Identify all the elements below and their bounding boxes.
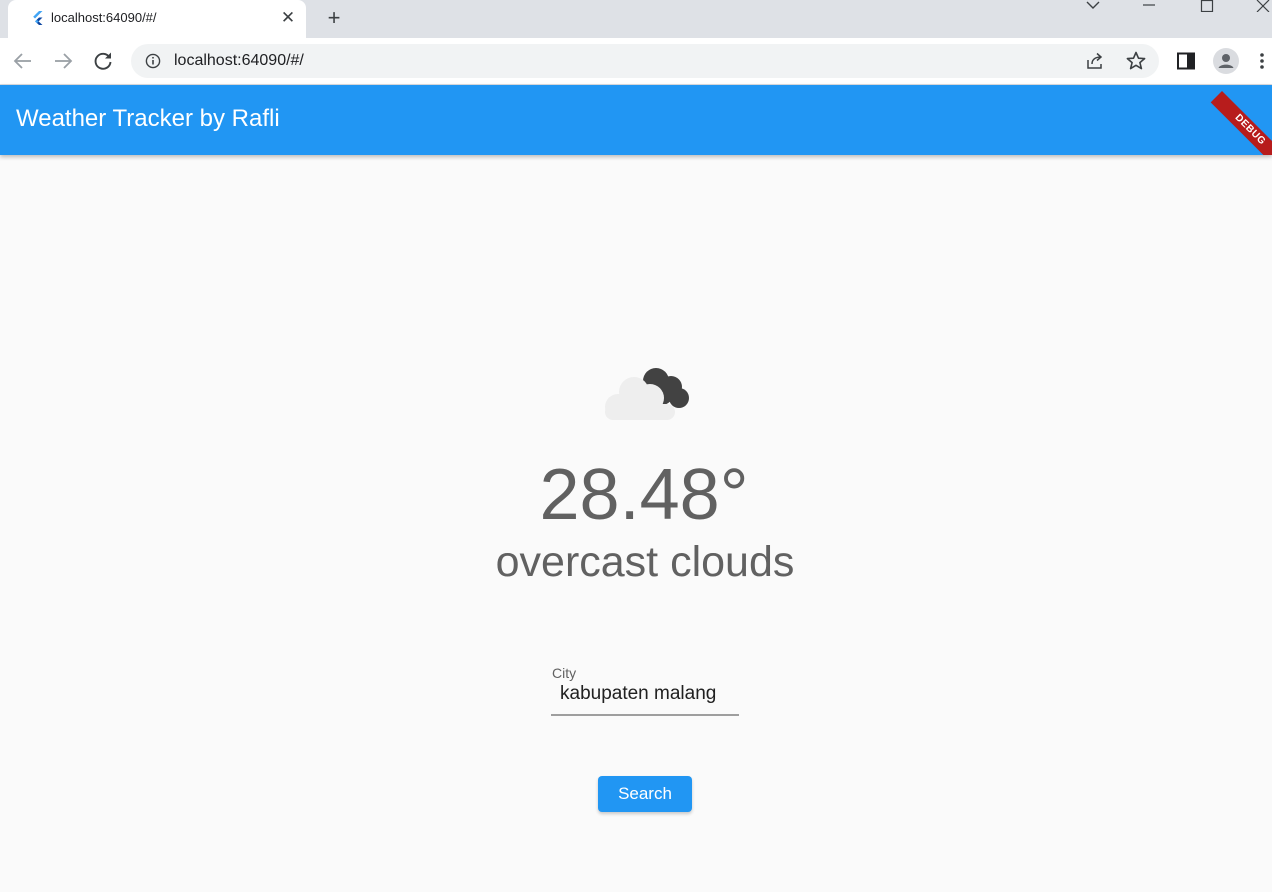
minimize-icon[interactable] bbox=[1134, 2, 1164, 18]
site-info-icon[interactable] bbox=[145, 53, 161, 69]
tab-title: localhost:64090/#/ bbox=[51, 10, 157, 25]
browser-tab[interactable]: localhost:64090/#/ ✕ bbox=[8, 0, 306, 38]
new-tab-icon[interactable]: + bbox=[320, 5, 348, 33]
bookmark-star-icon[interactable] bbox=[1125, 50, 1147, 72]
city-label: City bbox=[552, 665, 577, 681]
app-bar: Weather Tracker by Rafli DEBUG bbox=[0, 85, 1272, 155]
profile-avatar-icon[interactable] bbox=[1213, 48, 1239, 74]
forward-icon[interactable] bbox=[50, 48, 76, 74]
address-bar[interactable]: localhost:64090/#/ bbox=[131, 44, 1159, 78]
more-menu-icon[interactable] bbox=[1256, 50, 1268, 72]
weather-description: overcast clouds bbox=[495, 538, 795, 586]
tab-close-icon[interactable]: ✕ bbox=[278, 8, 298, 28]
back-icon[interactable] bbox=[10, 48, 36, 74]
tab-search-icon[interactable] bbox=[1078, 0, 1108, 16]
flutter-favicon-icon bbox=[33, 11, 43, 25]
browser-tab-strip: localhost:64090/#/ ✕ + bbox=[0, 0, 1272, 38]
side-panel-icon[interactable] bbox=[1175, 50, 1197, 72]
app-title: Weather Tracker by Rafli bbox=[16, 105, 280, 132]
overcast-clouds-icon bbox=[605, 368, 689, 420]
city-input[interactable] bbox=[560, 681, 735, 707]
close-window-icon[interactable] bbox=[1248, 0, 1272, 16]
reload-icon[interactable] bbox=[90, 48, 116, 74]
city-field: City bbox=[551, 662, 739, 716]
temperature-value: 28.48° bbox=[539, 455, 749, 535]
browser-toolbar: localhost:64090/#/ bbox=[0, 38, 1272, 85]
url-text[interactable]: localhost:64090/#/ bbox=[174, 52, 304, 70]
maximize-icon[interactable] bbox=[1192, 0, 1222, 16]
debug-banner: DEBUG bbox=[1210, 91, 1272, 155]
share-icon[interactable] bbox=[1085, 51, 1105, 71]
search-button[interactable]: Search bbox=[598, 776, 692, 812]
